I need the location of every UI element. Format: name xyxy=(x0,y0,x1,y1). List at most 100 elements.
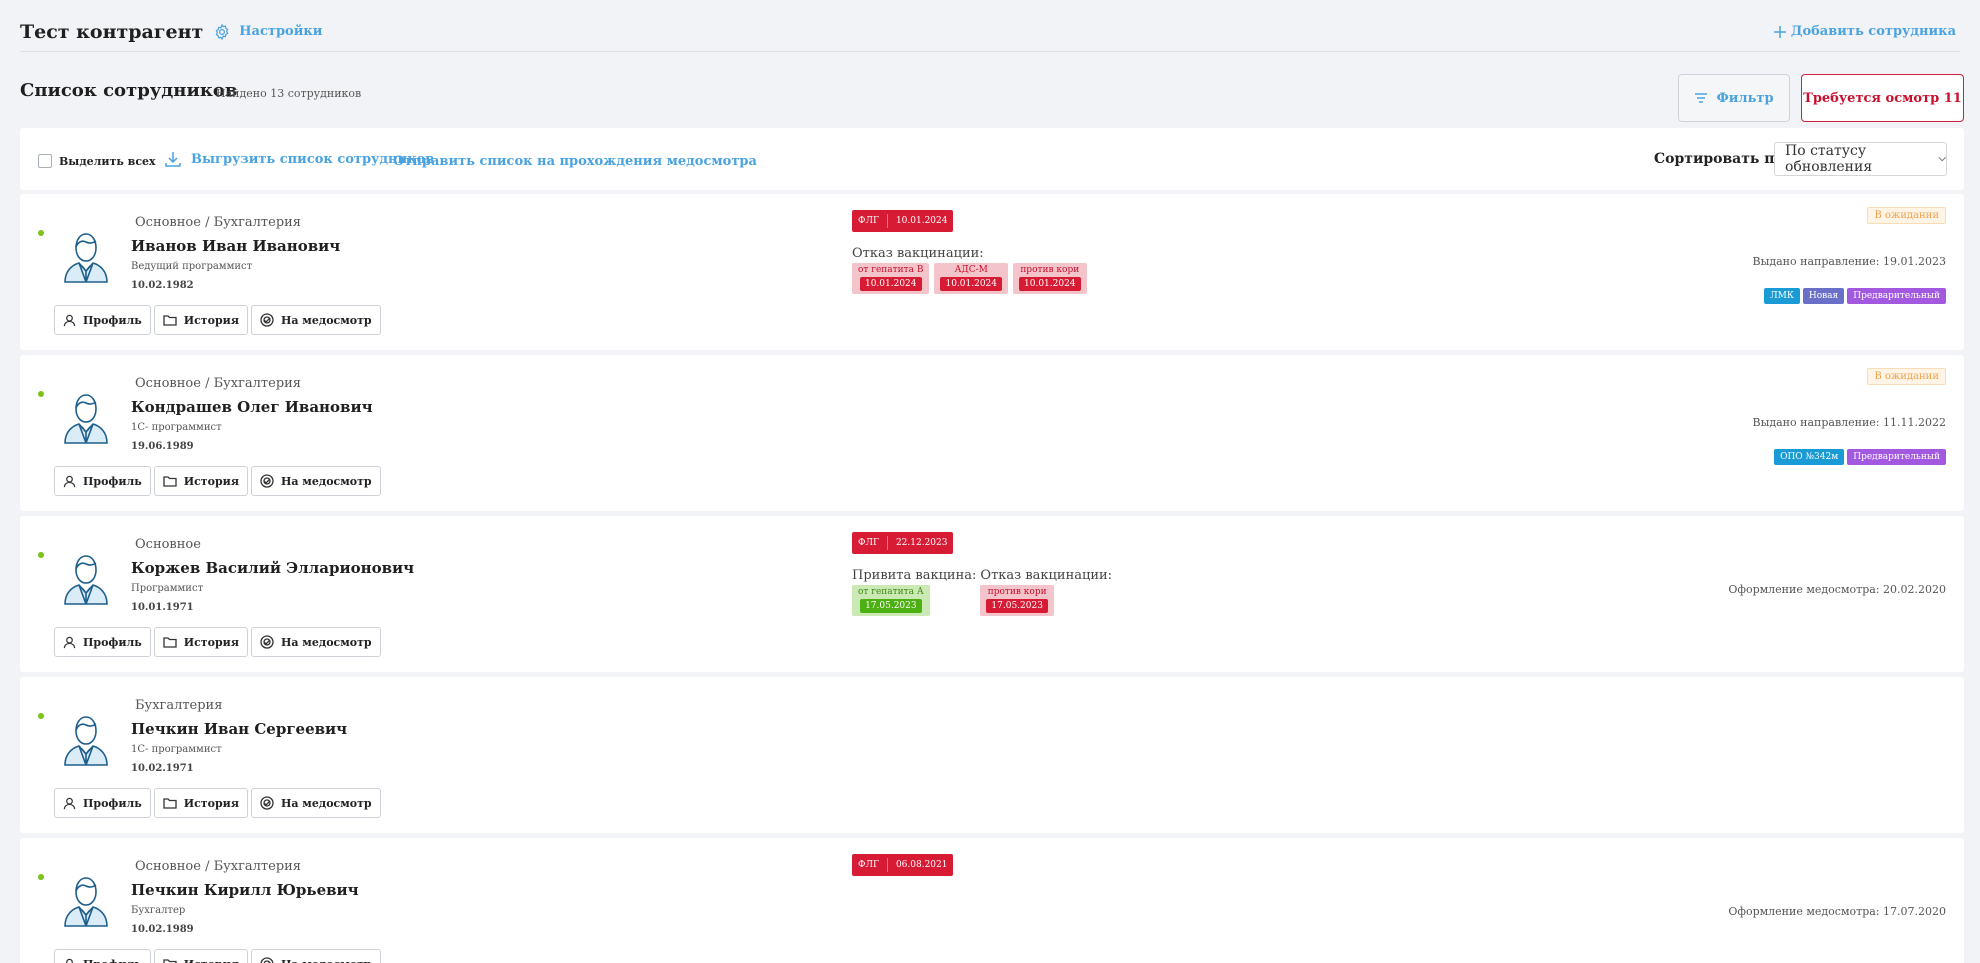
referral-info: Выдано направление: 11.11.2022 xyxy=(1752,416,1947,429)
medical-label: На медосмотр xyxy=(280,796,372,810)
filter-button[interactable]: Фильтр xyxy=(1678,74,1790,122)
medical-label: На медосмотр xyxy=(280,635,372,649)
profile-button[interactable]: Профиль xyxy=(54,627,151,657)
user-icon xyxy=(63,314,76,326)
user-icon xyxy=(63,797,76,809)
target-icon xyxy=(260,796,274,810)
found-count: Найдено 13 сотрудников xyxy=(216,87,362,100)
vaccine-date: 17.05.2023 xyxy=(986,599,1048,613)
employee-actions: Профиль История На медосмотр xyxy=(54,949,381,963)
medical-button[interactable]: На медосмотр xyxy=(250,305,381,335)
medical-label: На медосмотр xyxy=(280,474,372,488)
flg-label: ФЛГ xyxy=(858,538,879,548)
employee-name[interactable]: Иванов Иван Иванович xyxy=(131,237,340,255)
employee-card: Бухгалтерия Печкин Иван Сергеевич 1С- пр… xyxy=(20,677,1964,833)
employee-position: 1С- программист xyxy=(131,422,222,433)
user-icon xyxy=(63,475,76,487)
profile-button[interactable]: Профиль xyxy=(54,949,151,963)
folder-icon xyxy=(163,798,177,809)
history-button[interactable]: История xyxy=(153,305,248,335)
filter-label: Фильтр xyxy=(1716,90,1774,106)
vaccine-date: 17.05.2023 xyxy=(860,599,922,613)
target-icon xyxy=(260,957,274,963)
add-employee-button[interactable]: Добавить сотрудника xyxy=(1773,24,1960,39)
settings-label: Настройки xyxy=(239,24,323,39)
status-badge: В ожидании xyxy=(1867,207,1946,224)
vaccinated-title: Привита вакцина: xyxy=(852,568,977,583)
employee-card: Основное / Бухгалтерия Печкин Кирилл Юрь… xyxy=(20,838,1964,963)
select-all-checkbox[interactable] xyxy=(38,154,52,168)
list-toolbar: Выделить всех Выгрузить список сотрудник… xyxy=(20,128,1964,190)
profile-button[interactable]: Профиль xyxy=(54,305,151,335)
medical-label: На медосмотр xyxy=(280,313,372,327)
user-icon xyxy=(66,958,73,963)
employee-name[interactable]: Печкин Кирилл Юрьевич xyxy=(131,881,359,899)
folder-icon xyxy=(163,959,177,963)
sort-select[interactable]: По статусу обновления xyxy=(1774,142,1947,176)
vaccinated-group: Привита вакцина: от гепатита А 17.05.202… xyxy=(852,568,976,616)
employee-birthdate: 19.06.1989 xyxy=(131,441,194,452)
vaccine-name: АДС-М xyxy=(954,265,988,275)
avatar xyxy=(63,713,109,767)
folder-icon xyxy=(163,637,177,648)
top-bar: Тест контрагент Настройки Добавить сотру… xyxy=(20,12,1960,52)
history-label: История xyxy=(184,958,239,963)
employee-position: Программист xyxy=(131,583,204,594)
employee-name[interactable]: Кондрашев Олег Иванович xyxy=(131,398,373,416)
profile-label: Профиль xyxy=(83,958,142,963)
employee-position: 1С- программист xyxy=(131,744,222,755)
medical-button[interactable]: На медосмотр xyxy=(250,466,381,496)
employee-actions: Профиль История На медосмотр xyxy=(54,627,381,657)
profile-label: Профиль xyxy=(83,796,142,810)
employee-name[interactable]: Коржев Василий Элларионович xyxy=(131,559,414,577)
history-label: История xyxy=(183,635,239,649)
send-to-medical-link[interactable]: Отправить список на прохождения медосмот… xyxy=(393,154,757,169)
medical-button[interactable]: На медосмотр xyxy=(250,949,381,963)
vaccination-chip: от гепатита А 17.05.2023 xyxy=(852,585,930,616)
target-icon xyxy=(260,474,274,488)
flg-badge: ФЛГ 22.12.2023 xyxy=(852,532,954,554)
profile-label: Профиль xyxy=(83,313,142,327)
history-button[interactable]: История xyxy=(153,788,248,818)
employee-department: Бухгалтерия xyxy=(135,698,223,713)
online-indicator xyxy=(38,874,44,880)
profile-button[interactable]: Профиль xyxy=(54,466,151,496)
flg-badge: ФЛГ 10.01.2024 xyxy=(852,210,954,232)
target-icon xyxy=(260,313,274,327)
history-button[interactable]: История xyxy=(153,949,248,963)
employee-position: Ведущий программист xyxy=(131,261,253,272)
refusal-chip: против кори 17.05.2023 xyxy=(980,585,1054,616)
employee-birthdate: 10.02.1989 xyxy=(131,924,194,935)
required-exam-button[interactable]: Требуется осмотр 11 xyxy=(1801,74,1964,122)
exam-badge: Предварительный xyxy=(1847,288,1946,304)
employee-position: Бухгалтер xyxy=(131,905,186,916)
employee-card: Основное / Бухгалтерия Кондрашев Олег Ив… xyxy=(20,355,1964,511)
employee-name[interactable]: Печкин Иван Сергеевич xyxy=(131,720,347,738)
folder-icon xyxy=(163,476,177,487)
employee-actions: Профиль История На медосмотр xyxy=(54,788,381,818)
chevron-down-icon xyxy=(1938,156,1946,162)
refusal-chip: против кори 10.01.2024 xyxy=(1013,263,1087,294)
medical-button[interactable]: На медосмотр xyxy=(250,627,381,657)
exam-badge: ЛМК xyxy=(1764,288,1800,304)
exam-badge: Новая xyxy=(1802,288,1845,304)
employee-birthdate: 10.02.1971 xyxy=(131,763,194,774)
company-title: Тест контрагент xyxy=(20,20,204,43)
employee-department: Основное / Бухгалтерия xyxy=(135,215,302,230)
refusal-chip: от гепатита В 10.01.2024 xyxy=(852,263,930,294)
avatar xyxy=(63,230,109,284)
exam-badges: ЛМК Новая Предварительный xyxy=(1764,288,1946,304)
settings-link[interactable]: Настройки xyxy=(213,23,322,41)
employee-department: Основное / Бухгалтерия xyxy=(135,376,302,391)
refusal-group: Отказ вакцинации: против кори 17.05.2023 xyxy=(980,568,1112,616)
history-button[interactable]: История xyxy=(153,466,248,496)
exam-badges: ОПО №342м Предварительный xyxy=(1774,449,1946,465)
avatar xyxy=(63,552,109,606)
profile-button[interactable]: Профиль xyxy=(54,788,151,818)
employee-department: Основное xyxy=(135,537,201,552)
profile-label: Профиль xyxy=(83,474,142,488)
history-button[interactable]: История xyxy=(153,627,248,657)
select-all[interactable]: Выделить всех xyxy=(38,154,156,168)
profile-label: Профиль xyxy=(83,635,142,649)
medical-button[interactable]: На медосмотр xyxy=(250,788,381,818)
